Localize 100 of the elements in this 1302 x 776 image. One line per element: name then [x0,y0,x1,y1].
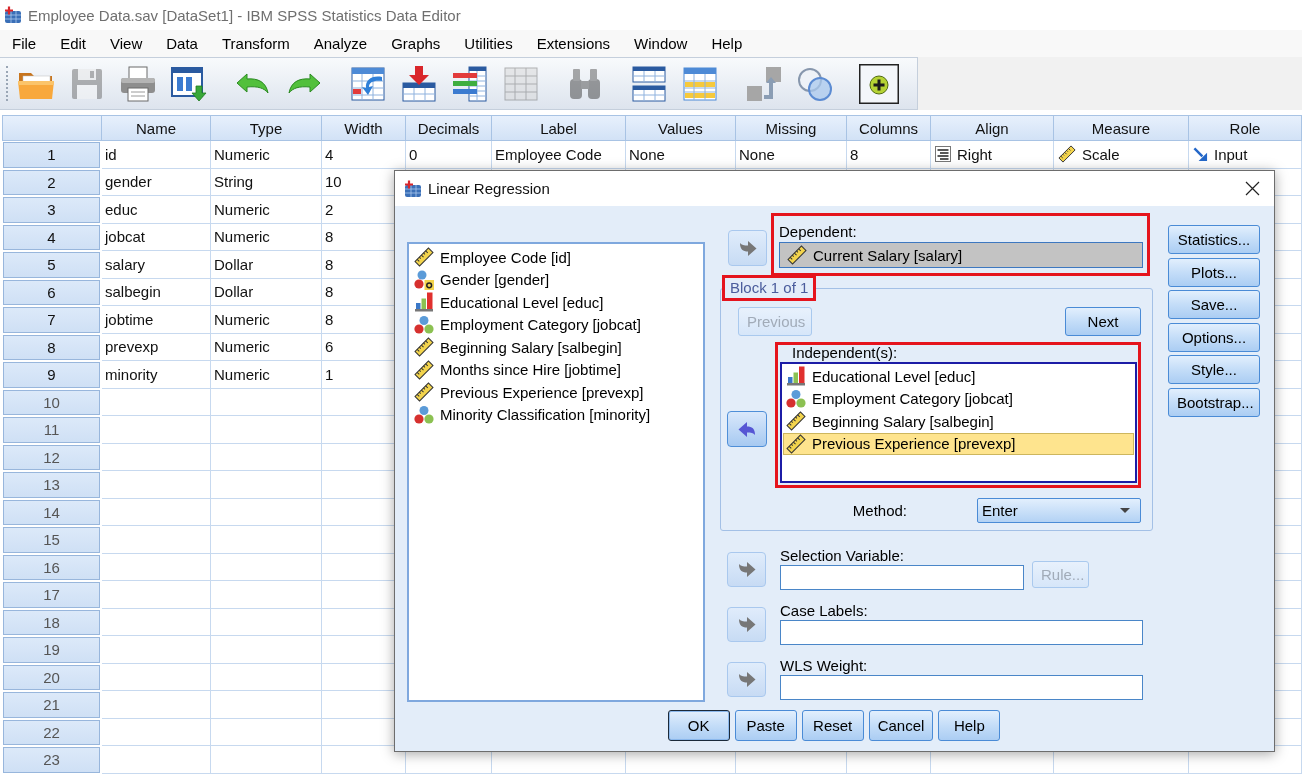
field-label: Dependent: [779,223,857,240]
column-header[interactable]: Width [322,115,406,141]
left-arrow-icon [737,419,757,439]
right-arrow-icon [736,559,757,579]
independent-list[interactable]: Educational Level [educ] Employment Category [jobcat] Beginning Salary [salbegin] Previous Experience [prevexp] [780,362,1137,483]
column-header[interactable]: Label [492,115,626,141]
menu-item[interactable]: Edit [48,30,99,57]
table-cell: 4 [322,141,406,169]
dialog-button[interactable]: Paste [734,710,797,741]
list-item[interactable]: Employment Category [jobcat] [409,313,703,336]
row-number[interactable]: 12 [3,444,100,470]
row-number[interactable]: 21 [3,692,100,718]
row-number[interactable]: 4 [3,224,100,250]
row-number[interactable]: 10 [3,389,100,415]
dialog-button[interactable]: Reset [801,710,864,741]
menu-item[interactable]: Window [622,30,700,57]
input-field[interactable] [780,675,1143,700]
column-header[interactable]: Columns [847,115,931,141]
table-down-arrow-icon[interactable] [399,63,439,104]
list-item[interactable]: Beginning Salary [salbegin] [783,410,1134,433]
column-header[interactable]: Align [931,115,1054,141]
row-number[interactable]: 6 [3,279,100,305]
next-button[interactable]: Next [1065,307,1141,336]
menu-item[interactable]: View [98,30,155,57]
input-field[interactable] [780,565,1024,590]
dialog-button[interactable]: OK [667,710,730,741]
method-dropdown[interactable]: Enter [977,498,1141,523]
menu-item[interactable]: Analyze [301,30,380,57]
row-number[interactable]: 14 [3,499,100,525]
table-cell: None [736,141,847,169]
table-cell: 1 [325,365,334,383]
plus-icon[interactable] [859,63,899,104]
column-header[interactable]: Name [102,115,211,141]
close-icon[interactable] [1245,181,1260,196]
row-number[interactable]: 18 [3,609,100,635]
dialog-button[interactable]: Cancel [868,710,934,741]
table-cell: Dollar [211,278,322,306]
row-number[interactable]: 20 [3,664,100,690]
list-item[interactable]: Previous Experience [prevexp] [409,381,703,404]
move-button[interactable] [727,411,767,447]
row-number[interactable]: 19 [3,637,100,663]
column-header[interactable]: Measure [1054,115,1189,141]
move-button[interactable] [727,661,766,697]
list-item[interactable]: Gender [gender] [409,268,703,291]
dialog-button[interactable]: Options... [1168,322,1260,352]
row-number[interactable]: 17 [3,582,100,608]
row-number[interactable]: 7 [3,307,100,333]
column-header[interactable]: Values [626,115,736,141]
column-header[interactable]: Missing [736,115,847,141]
move-button[interactable] [727,606,766,642]
menu-item[interactable]: Help [699,30,755,57]
bars-table-icon[interactable] [450,63,490,104]
list-item[interactable]: Employment Category [jobcat] [783,387,1134,410]
menu-item[interactable]: Graphs [379,30,453,57]
variable-list[interactable] [407,242,705,702]
list-item[interactable]: Beginning Salary [salbegin] [409,336,703,359]
split-table-icon[interactable] [629,63,669,104]
row-number[interactable]: 5 [3,252,100,278]
list-item[interactable]: Educational Level [educ] [783,365,1134,388]
table-cell: 8 [325,310,334,328]
menu-item[interactable]: Utilities [452,30,525,57]
list-item[interactable]: Minority Classification [minority] [409,403,703,426]
row-number[interactable]: 16 [3,554,100,580]
table-cell: gender [102,168,211,196]
table-cell: Right [957,145,993,163]
list-item[interactable]: Months since Hire [jobtime] [409,358,703,381]
row-number[interactable]: 1 [3,142,100,168]
list-item[interactable]: Educational Level [educ] [409,291,703,314]
menu-item[interactable]: Data [154,30,210,57]
row-number[interactable]: 3 [3,197,100,223]
row-number[interactable]: 22 [3,719,100,745]
menu-item[interactable]: File [0,30,49,57]
menu-item[interactable]: Extensions [524,30,623,57]
column-header[interactable]: Type [211,115,322,141]
menu-item[interactable]: Transform [209,30,302,57]
column-header[interactable]: Decimals [406,115,492,141]
row-number[interactable]: 9 [3,362,100,388]
dependent-field[interactable]: Current Salary [salary] [779,242,1143,268]
move-button[interactable] [728,230,767,266]
list-item[interactable]: Previous Experience [prevexp] [783,432,1134,455]
dialog-button[interactable]: Style... [1168,355,1260,385]
printer-icon[interactable] [118,63,158,104]
table-cell: jobcat [102,223,211,251]
bar-chart-icon [786,366,806,387]
row-number[interactable]: 15 [3,527,100,553]
move-button[interactable] [727,551,766,587]
dialog-button[interactable]: Bootstrap... [1168,387,1260,417]
row-number[interactable]: 8 [3,334,100,360]
row-number[interactable]: 11 [3,417,100,443]
dialog-button[interactable]: Statistics... [1168,225,1260,254]
dialog-button[interactable]: Plots... [1168,257,1260,287]
dialog-button[interactable]: Save... [1168,290,1260,320]
list-item[interactable]: Employee Code [id] [409,246,703,269]
column-header[interactable]: Role [1189,115,1302,141]
dialog-button[interactable]: Help [938,710,1001,741]
row-number[interactable]: 13 [3,472,100,498]
row-number[interactable]: 23 [3,747,100,773]
corner-cell[interactable] [2,115,102,141]
input-field[interactable] [780,620,1143,645]
row-number[interactable]: 2 [3,169,100,195]
